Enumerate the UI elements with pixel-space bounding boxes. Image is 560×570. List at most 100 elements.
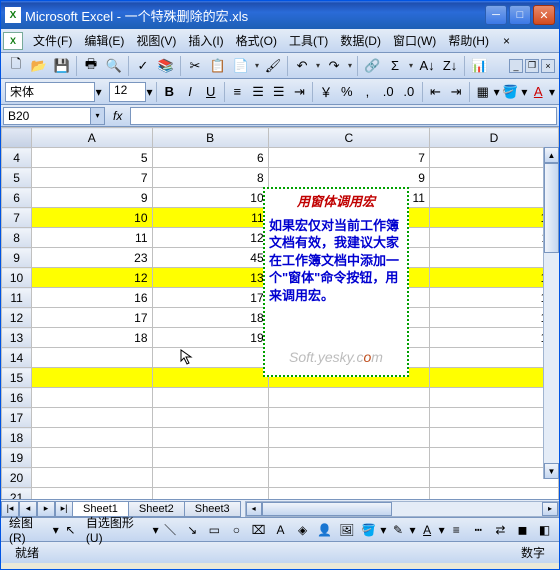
paste-icon[interactable]: 📄 xyxy=(230,55,252,77)
hyperlink-icon[interactable]: 🔗 xyxy=(361,55,383,77)
redo-icon[interactable]: ↷ xyxy=(323,55,345,77)
fill-color-draw-icon[interactable]: 🪣 xyxy=(358,519,379,541)
cell[interactable] xyxy=(268,468,429,488)
percent-button[interactable]: % xyxy=(337,81,357,103)
font-color-draw-icon[interactable]: A xyxy=(417,519,438,541)
picture-icon[interactable]: 🖼 xyxy=(336,519,357,541)
cell[interactable] xyxy=(32,348,152,368)
cell[interactable] xyxy=(152,448,268,468)
vertical-scrollbar[interactable]: ▲ ▼ xyxy=(543,147,559,479)
oval-icon[interactable]: ○ xyxy=(226,519,247,541)
cell[interactable]: 23 xyxy=(32,248,152,268)
cell[interactable] xyxy=(429,248,558,268)
scroll-up-button[interactable]: ▲ xyxy=(544,147,559,163)
cell[interactable]: 11 xyxy=(429,228,558,248)
diagram-icon[interactable]: ◈ xyxy=(292,519,313,541)
tab-nav-last-icon[interactable]: ▸| xyxy=(55,501,73,517)
scroll-down-button[interactable]: ▼ xyxy=(544,463,559,479)
cell[interactable] xyxy=(32,368,152,388)
cell[interactable]: 8 xyxy=(152,168,268,188)
font-color-dropdown[interactable]: ▾ xyxy=(549,85,555,99)
undo-icon[interactable]: ↶ xyxy=(291,55,313,77)
research-icon[interactable]: 📚 xyxy=(155,55,177,77)
row-header[interactable]: 20 xyxy=(2,468,32,488)
new-icon[interactable]: 🗋 xyxy=(5,55,27,77)
row-header[interactable]: 11 xyxy=(2,288,32,308)
cell[interactable]: 18 xyxy=(32,328,152,348)
cell[interactable]: 12 xyxy=(429,268,558,288)
cell[interactable]: 17 xyxy=(32,308,152,328)
cell[interactable] xyxy=(429,348,558,368)
borders-button[interactable]: ▦ xyxy=(473,81,493,103)
menu-view[interactable]: 视图(V) xyxy=(130,29,182,52)
redo-dropdown[interactable]: ▾ xyxy=(346,61,354,70)
row-header[interactable]: 14 xyxy=(2,348,32,368)
fill-color-dropdown[interactable]: ▾ xyxy=(521,85,527,99)
maximize-button[interactable]: □ xyxy=(509,5,531,25)
cell[interactable]: 11 xyxy=(32,228,152,248)
3d-icon[interactable]: ◧ xyxy=(534,519,555,541)
draw-menu-dropdown[interactable]: ▾ xyxy=(53,523,59,537)
cell[interactable] xyxy=(152,408,268,428)
name-box-dropdown-icon[interactable]: ▾ xyxy=(91,107,105,125)
clipart-icon[interactable]: 👤 xyxy=(314,519,335,541)
underline-button[interactable]: U xyxy=(201,81,221,103)
merge-center-button[interactable]: ⇥ xyxy=(290,81,310,103)
align-right-button[interactable]: ☰ xyxy=(269,81,289,103)
cell[interactable] xyxy=(429,368,558,388)
cell[interactable]: 17 xyxy=(152,288,268,308)
cell[interactable] xyxy=(152,388,268,408)
cell[interactable] xyxy=(429,468,558,488)
textbox-shape[interactable]: 用窗体调用宏 如果宏仅对当前工作簿文档有效，我建议大家在工作簿文档中添加一个"窗… xyxy=(263,187,409,377)
cell[interactable]: 14 xyxy=(429,288,558,308)
select-all-corner[interactable] xyxy=(2,128,32,148)
row-header[interactable]: 8 xyxy=(2,228,32,248)
cell[interactable]: 12 xyxy=(32,268,152,288)
row-header[interactable]: 15 xyxy=(2,368,32,388)
font-color-draw-dropdown[interactable]: ▾ xyxy=(439,523,445,537)
borders-dropdown[interactable]: ▾ xyxy=(494,85,500,99)
doc-close-button[interactable]: × xyxy=(541,59,555,73)
cell[interactable]: 7 xyxy=(268,148,429,168)
scroll-thumb[interactable] xyxy=(544,163,559,253)
cell[interactable]: 5 xyxy=(32,148,152,168)
undo-dropdown[interactable]: ▾ xyxy=(314,61,322,70)
arrow-icon[interactable]: ↘ xyxy=(182,519,203,541)
doc-restore-button[interactable]: ❐ xyxy=(525,59,539,73)
cell[interactable] xyxy=(429,488,558,500)
name-box[interactable]: B20 xyxy=(3,107,91,125)
sheet-tab-3[interactable]: Sheet3 xyxy=(184,501,241,517)
save-icon[interactable]: 💾 xyxy=(51,55,73,77)
print-preview-icon[interactable]: 🔍 xyxy=(103,55,125,77)
autoshapes-dropdown[interactable]: ▾ xyxy=(153,523,159,537)
menu-data[interactable]: 数据(D) xyxy=(334,29,387,52)
cell[interactable] xyxy=(429,428,558,448)
cell[interactable]: 10 xyxy=(429,208,558,228)
dash-style-icon[interactable]: ┅ xyxy=(468,519,489,541)
cell[interactable] xyxy=(32,428,152,448)
line-icon[interactable]: ＼ xyxy=(160,519,181,541)
cell[interactable]: 8 xyxy=(429,168,558,188)
doc-minimize-button[interactable]: _ xyxy=(509,59,523,73)
line-color-icon[interactable]: ✎ xyxy=(387,519,408,541)
cell[interactable]: 10 xyxy=(32,208,152,228)
font-name-combo[interactable]: 宋体 xyxy=(5,82,95,102)
cell[interactable] xyxy=(268,428,429,448)
line-color-dropdown[interactable]: ▾ xyxy=(410,523,416,537)
cell[interactable]: 9 xyxy=(268,168,429,188)
row-header[interactable]: 12 xyxy=(2,308,32,328)
hscroll-thumb[interactable] xyxy=(262,502,392,516)
cell[interactable] xyxy=(268,388,429,408)
row-header[interactable]: 7 xyxy=(2,208,32,228)
cell[interactable] xyxy=(32,468,152,488)
row-header[interactable]: 5 xyxy=(2,168,32,188)
cell[interactable] xyxy=(429,408,558,428)
font-color-button[interactable]: A xyxy=(528,81,548,103)
row-header[interactable]: 10 xyxy=(2,268,32,288)
select-objects-icon[interactable]: ↖ xyxy=(60,519,81,541)
autosum-dropdown[interactable]: ▾ xyxy=(407,61,415,70)
cell[interactable]: 18 xyxy=(152,308,268,328)
cell[interactable] xyxy=(152,428,268,448)
comma-button[interactable]: , xyxy=(358,81,378,103)
arrow-style-icon[interactable]: ⇄ xyxy=(490,519,511,541)
